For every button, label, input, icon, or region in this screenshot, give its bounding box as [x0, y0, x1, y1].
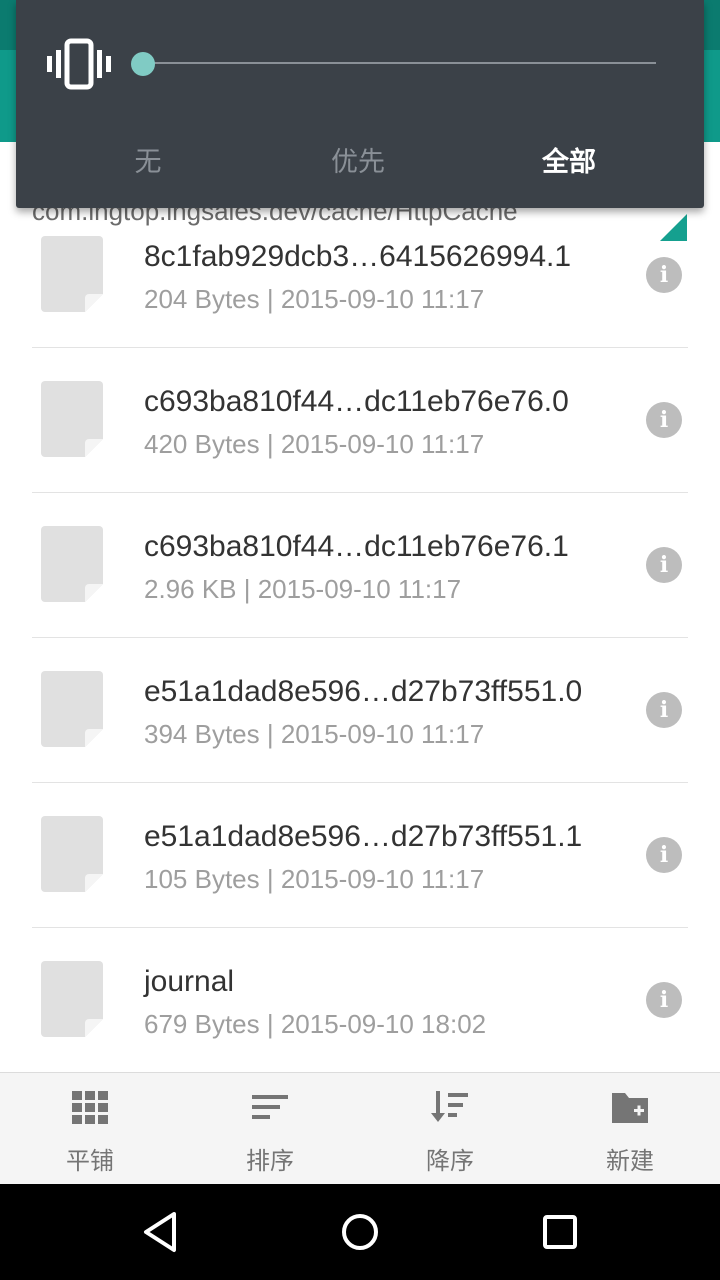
volume-slider-track[interactable]	[144, 62, 656, 64]
sort-label: 排序	[246, 1147, 294, 1175]
bottom-toolbar: 平铺 排序 降序 新建	[0, 1072, 720, 1185]
vibrate-icon[interactable]	[46, 38, 112, 90]
file-meta: 204 Bytes | 2015-09-10 11:17	[144, 284, 485, 314]
info-icon[interactable]: i	[646, 257, 682, 293]
sort-descending-icon	[431, 1091, 468, 1122]
descending-label: 降序	[426, 1147, 474, 1175]
file-icon	[41, 236, 103, 312]
mode-none-tab[interactable]: 无	[58, 140, 238, 179]
info-icon[interactable]: i	[646, 692, 682, 728]
tile-view-label: 平铺	[66, 1147, 114, 1175]
list-item[interactable]: c693ba810f44…dc11eb76e76.1 2.96 KB | 201…	[0, 492, 720, 637]
new-folder-icon	[612, 1093, 648, 1123]
file-meta: 2.96 KB | 2015-09-10 11:17	[144, 574, 462, 604]
file-icon	[41, 526, 103, 602]
list-item[interactable]: c693ba810f44…dc11eb76e76.0 420 Bytes | 2…	[0, 347, 720, 492]
file-name: c693ba810f44…dc11eb76e76.0	[144, 385, 569, 418]
sort-button[interactable]: 排序	[180, 1073, 360, 1185]
file-icon	[41, 381, 103, 457]
mode-priority-tab[interactable]: 优先	[268, 140, 448, 179]
back-icon[interactable]	[138, 1210, 182, 1254]
list-item[interactable]: 8c1fab929dcb3…6415626994.1 204 Bytes | 2…	[0, 202, 720, 347]
volume-slider-thumb[interactable]	[131, 52, 155, 76]
new-folder-button[interactable]: 新建	[540, 1073, 720, 1185]
sort-icon	[252, 1095, 288, 1119]
file-name: 8c1fab929dcb3…6415626994.1	[144, 240, 572, 273]
descending-button[interactable]: 降序	[360, 1073, 540, 1185]
volume-panel: 无 优先 全部	[16, 0, 704, 208]
file-meta: 394 Bytes | 2015-09-10 11:17	[144, 719, 485, 749]
info-icon[interactable]: i	[646, 837, 682, 873]
file-name: c693ba810f44…dc11eb76e76.1	[144, 530, 569, 563]
list-item[interactable]: e51a1dad8e596…d27b73ff551.0 394 Bytes | …	[0, 637, 720, 782]
file-name: e51a1dad8e596…d27b73ff551.1	[144, 820, 583, 853]
file-icon	[41, 816, 103, 892]
file-name: journal	[144, 965, 235, 998]
home-icon[interactable]	[338, 1210, 382, 1254]
file-meta: 105 Bytes | 2015-09-10 11:17	[144, 864, 485, 894]
file-icon	[41, 961, 103, 1037]
navigation-bar	[0, 1184, 720, 1280]
list-item[interactable]: journal 679 Bytes | 2015-09-10 18:02 i	[0, 927, 720, 1072]
file-meta: 420 Bytes | 2015-09-10 11:17	[144, 429, 485, 459]
info-icon[interactable]: i	[646, 402, 682, 438]
grid-icon	[72, 1091, 108, 1124]
file-name: e51a1dad8e596…d27b73ff551.0	[144, 675, 583, 708]
list-item[interactable]: e51a1dad8e596…d27b73ff551.1 105 Bytes | …	[0, 782, 720, 927]
file-icon	[41, 671, 103, 747]
tile-view-button[interactable]: 平铺	[0, 1073, 180, 1185]
recent-apps-icon[interactable]	[538, 1210, 582, 1254]
new-folder-label: 新建	[606, 1147, 654, 1175]
file-meta: 679 Bytes | 2015-09-10 18:02	[144, 1009, 487, 1039]
info-icon[interactable]: i	[646, 547, 682, 583]
info-icon[interactable]: i	[646, 982, 682, 1018]
mode-all-tab[interactable]: 全部	[479, 140, 659, 179]
